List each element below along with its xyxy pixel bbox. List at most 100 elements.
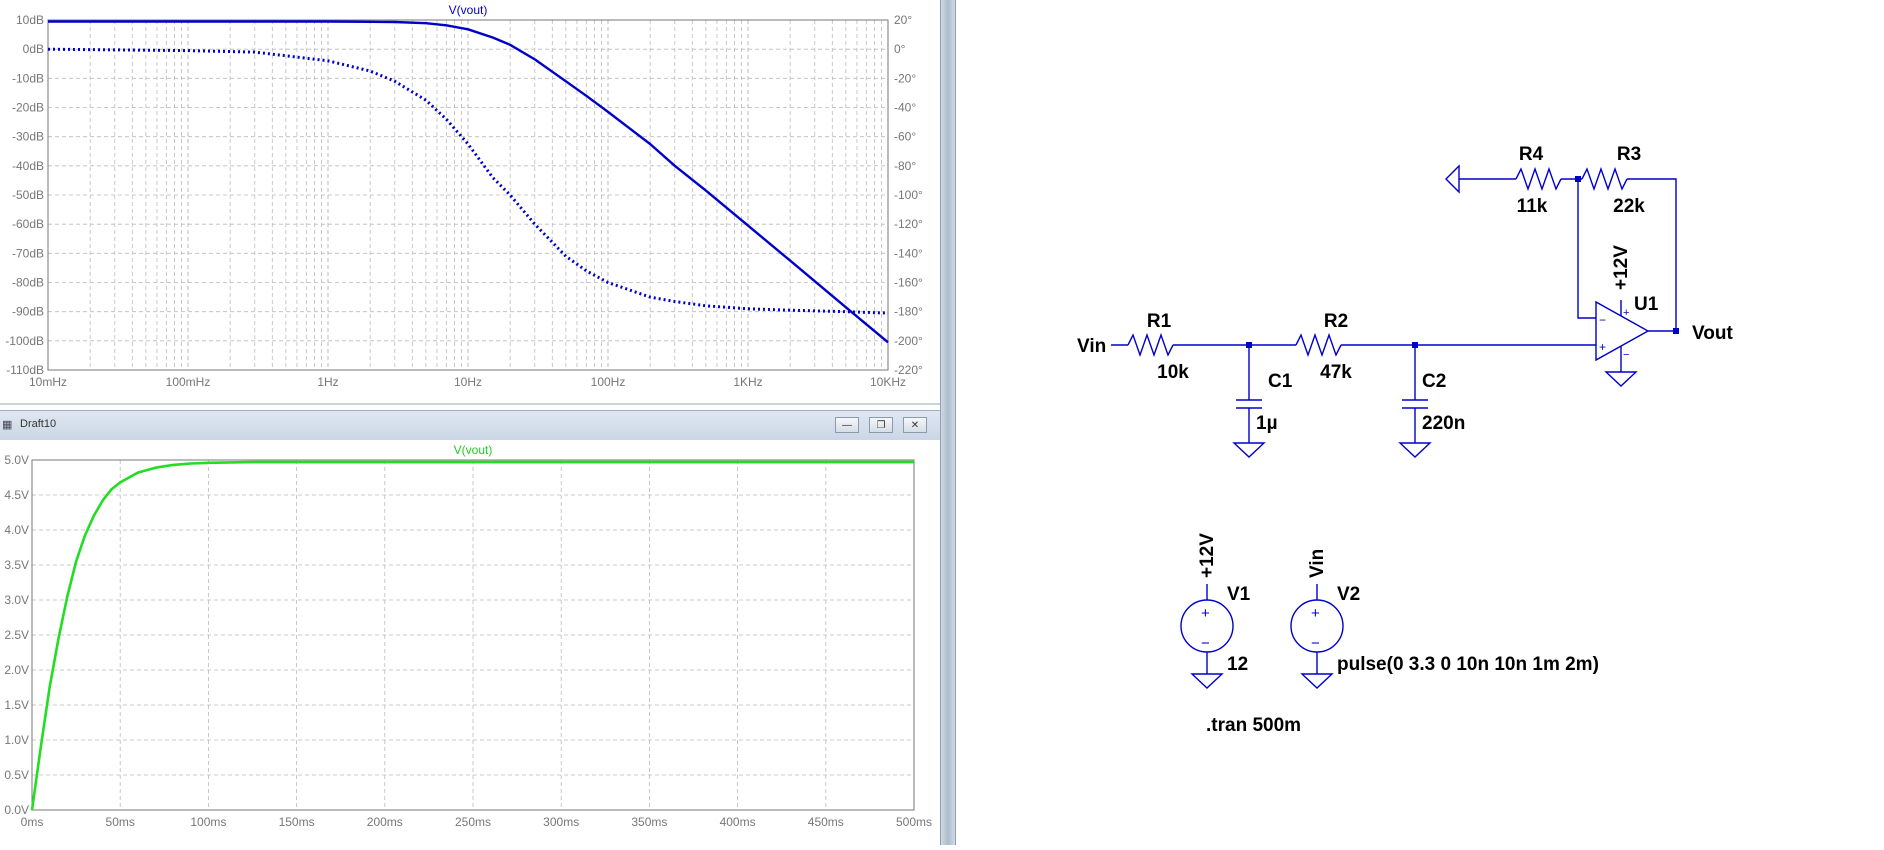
transient-voltage-axis[interactable]: 5.0V 4.5V 4.0V 3.5V 3.0V 2.5V 2.0V 1.5V 1.0V 0.5V… <box>4 453 29 817</box>
ground-v1-icon[interactable] <box>1190 673 1224 689</box>
time-tick-label: 200ms <box>367 815 403 829</box>
bode-plot[interactable]: 10dB 0dB -10dB -20dB -30dB -40dB -50dB -60dB -70… <box>0 0 940 403</box>
c1-name[interactable]: C1 <box>1268 371 1293 392</box>
window-title: Draft10 <box>20 418 57 430</box>
transient-time-axis[interactable]: 0ms 50ms 100ms 150ms 200ms 250ms 300ms 350ms 400… <box>21 815 932 829</box>
r3-value[interactable]: 22k <box>1613 196 1645 217</box>
net-label-vin[interactable]: Vin <box>1077 336 1106 357</box>
spice-directive[interactable]: .tran 500m <box>1206 715 1301 736</box>
phase-tick-label: -100° <box>894 188 923 202</box>
opamp-supply-pin-sign: + <box>1623 307 1629 319</box>
junction-dot <box>1575 176 1581 182</box>
frequency-tick-label: 100Hz <box>591 375 626 389</box>
close-button[interactable]: ✕ <box>903 417 927 433</box>
bode-trace-label[interactable]: V(vout) <box>449 3 488 17</box>
magnitude-tick-label: -90dB <box>12 305 44 319</box>
time-tick-label: 450ms <box>808 815 844 829</box>
v1-value[interactable]: 12 <box>1227 654 1248 675</box>
transient-grid <box>32 460 914 810</box>
junction-dot <box>1412 342 1418 348</box>
transient-plot-pane[interactable]: 5.0V 4.5V 4.0V 3.5V 3.0V 2.5V 2.0V 1.5V 1.0V 0.5V… <box>0 440 940 845</box>
v2-name[interactable]: V2 <box>1337 584 1360 605</box>
r2-name[interactable]: R2 <box>1324 311 1348 332</box>
phase-tick-label: -20° <box>894 71 916 85</box>
voltage-tick-label: 0.5V <box>4 768 29 782</box>
time-tick-label: 150ms <box>279 815 315 829</box>
r1-name[interactable]: R1 <box>1147 311 1172 332</box>
voltage-tick-label: 5.0V <box>4 453 29 467</box>
bode-magnitude-axis[interactable]: 10dB 0dB -10dB -20dB -30dB -40dB -50dB -60dB -70… <box>5 13 44 377</box>
r1-value[interactable]: 10k <box>1157 362 1189 383</box>
u1-name[interactable]: U1 <box>1634 294 1659 315</box>
r4-value[interactable]: 11k <box>1517 196 1548 217</box>
waveform-window-icon: ▦ <box>2 419 13 431</box>
v1-name[interactable]: V1 <box>1227 584 1251 605</box>
wire-feedback-inverting[interactable] <box>1577 179 1596 319</box>
resistor-r4[interactable] <box>1515 166 1562 192</box>
voltage-tick-label: 4.5V <box>4 488 29 502</box>
phase-tick-label: -180° <box>894 305 923 319</box>
voltage-tick-label: 2.5V <box>4 628 29 642</box>
ground-r4-icon[interactable] <box>1445 164 1460 194</box>
opamp-noninverting-sign: + <box>1599 340 1606 354</box>
r4-name[interactable]: R4 <box>1519 144 1544 165</box>
time-tick-label: 350ms <box>631 815 667 829</box>
ground-c1-icon[interactable] <box>1232 442 1266 458</box>
v2-minus-sign: − <box>1311 635 1320 652</box>
opamp-inverting-sign: − <box>1599 313 1606 327</box>
time-tick-label: 100ms <box>190 815 226 829</box>
phase-tick-label: -120° <box>894 217 923 231</box>
magnitude-tick-label: 0dB <box>23 42 44 56</box>
magnitude-tick-label: -10dB <box>12 71 44 85</box>
magnitude-tick-label: -80dB <box>12 276 44 290</box>
magnitude-tick-label: 10dB <box>16 13 44 27</box>
magnitude-tick-label: -60dB <box>12 217 44 231</box>
phase-tick-label: -160° <box>894 276 923 290</box>
minimize-button[interactable]: — <box>835 417 859 433</box>
ground-u1-icon[interactable] <box>1604 371 1638 387</box>
magnitude-tick-label: -40dB <box>12 159 44 173</box>
net-label-vout[interactable]: Vout <box>1692 323 1733 344</box>
ground-c2-icon[interactable] <box>1398 442 1432 458</box>
time-tick-label: 50ms <box>106 815 135 829</box>
ground-v2-icon[interactable] <box>1300 673 1334 689</box>
frequency-tick-label: 10Hz <box>454 375 482 389</box>
transient-plot[interactable]: 5.0V 4.5V 4.0V 3.5V 3.0V 2.5V 2.0V 1.5V 1.0V 0.5V… <box>0 440 940 845</box>
c1-value[interactable]: 1µ <box>1256 413 1278 434</box>
frequency-tick-label: 1Hz <box>317 375 338 389</box>
voltage-tick-label: 3.5V <box>4 558 29 572</box>
phase-tick-label: -60° <box>894 130 916 144</box>
resistor-r3[interactable] <box>1581 166 1628 192</box>
bode-phase-axis[interactable]: 20° 0° -20° -40° -60° -80° -100° -120° -140° -160… <box>894 13 923 377</box>
resistor-r2[interactable] <box>1295 332 1342 358</box>
v1-minus-sign: − <box>1201 635 1210 652</box>
transient-trace-label[interactable]: V(vout) <box>454 443 493 457</box>
magnitude-tick-label: -20dB <box>12 101 44 115</box>
v1-net-label[interactable]: +12V <box>1197 533 1218 578</box>
mdi-divider <box>0 403 940 405</box>
voltage-tick-label: 1.5V <box>4 698 29 712</box>
phase-tick-label: -80° <box>894 159 916 173</box>
resistor-r1[interactable] <box>1127 332 1174 358</box>
transient-window-titlebar[interactable]: ▦ Draft10 — ❐ ✕ <box>0 410 940 441</box>
v2-net-label[interactable]: Vin <box>1307 549 1328 578</box>
bode-frequency-axis[interactable]: 10mHz 100mHz 1Hz 10Hz 100Hz 1KHz 10KHz <box>29 375 906 389</box>
c2-name[interactable]: C2 <box>1422 371 1446 392</box>
v2-value[interactable]: pulse(0 3.3 0 10n 10n 1m 2m) <box>1337 654 1599 675</box>
phase-tick-label: -40° <box>894 101 916 115</box>
c2-value[interactable]: 220n <box>1422 413 1465 434</box>
junction-dot <box>1246 342 1252 348</box>
v2-plus-sign: + <box>1311 605 1320 622</box>
pane-splitter[interactable] <box>940 0 956 845</box>
restore-button[interactable]: ❐ <box>869 417 893 433</box>
schematic-canvas[interactable]: − + + − + − + − Vin Vout R1 10k R2 47k R… <box>956 0 1884 845</box>
time-tick-label: 250ms <box>455 815 491 829</box>
frequency-tick-label: 100mHz <box>166 375 211 389</box>
voltage-tick-label: 2.0V <box>4 663 29 677</box>
r2-value[interactable]: 47k <box>1320 362 1352 383</box>
schematic-editor[interactable]: − + + − + − + − Vin Vout R1 10k R2 47k R… <box>956 0 1884 845</box>
r3-name[interactable]: R3 <box>1617 144 1641 165</box>
phase-tick-label: 20° <box>894 13 912 27</box>
bode-plot-pane[interactable]: 10dB 0dB -10dB -20dB -30dB -40dB -50dB -60dB -70… <box>0 0 940 403</box>
u1-supply-net[interactable]: +12V <box>1611 245 1632 290</box>
